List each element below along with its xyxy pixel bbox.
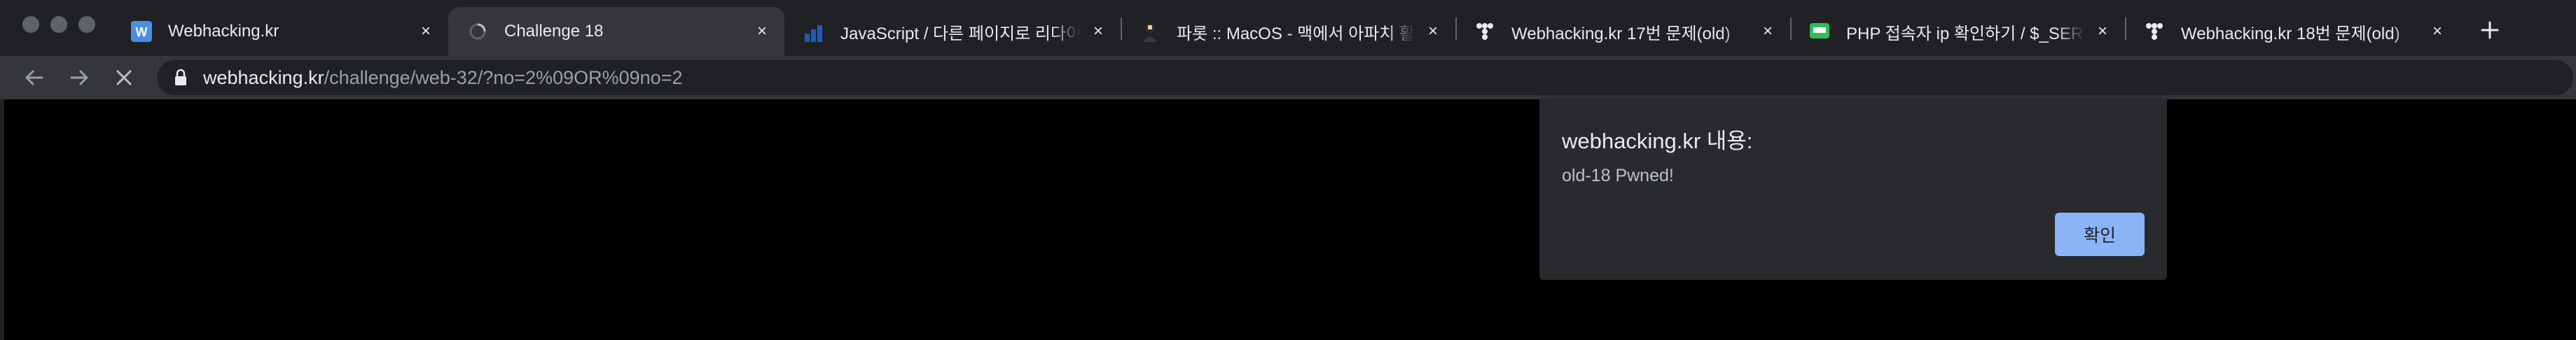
svg-text:W: W [136, 25, 148, 39]
avatar-favicon [1139, 20, 1161, 43]
back-button[interactable] [20, 63, 49, 92]
lock-icon[interactable] [174, 69, 188, 87]
tab-javascript-redirect[interactable]: JavaScript / 다른 페이지로 리다이렉트 × [784, 7, 1121, 56]
bar-chart-favicon [803, 20, 825, 43]
tab-webhacking-18[interactable]: Webhacking.kr 18번 문제(old) × [2125, 7, 2460, 56]
arrow-right-icon [70, 70, 88, 85]
green-chat-favicon [1808, 20, 1831, 43]
page-content [0, 99, 2576, 340]
zoom-window-button[interactable] [78, 16, 95, 33]
minimize-window-button[interactable] [50, 16, 67, 33]
alert-dialog: webhacking.kr 내용: old-18 Pwned! 확인 [1539, 99, 2167, 280]
tab-challenge-18[interactable]: Challenge 18 × [448, 7, 784, 56]
close-icon[interactable]: × [752, 22, 772, 41]
close-icon[interactable]: × [1758, 22, 1778, 41]
tab-title: 파롯 :: MacOS - 맥에서 아파치 활성화 [1177, 24, 1415, 43]
arrow-left-icon [25, 70, 43, 85]
close-icon[interactable]: × [1088, 22, 1108, 41]
tab-webhacking-17[interactable]: Webhacking.kr 17번 문제(old) × [1455, 7, 1790, 56]
close-icon [116, 70, 132, 85]
dialog-title: webhacking.kr 내용: [1562, 129, 1753, 153]
loading-spinner-icon [466, 20, 489, 43]
new-tab-button[interactable] [2474, 14, 2506, 46]
plus-icon [2481, 21, 2499, 39]
tab-title: Webhacking.kr 18번 문제(old) [2181, 24, 2400, 43]
url-text[interactable]: webhacking.kr/challenge/web-32/?no=2%09O… [203, 67, 682, 89]
close-icon[interactable]: × [2428, 22, 2447, 41]
tab-strip: W Webhacking.kr × Challenge 18 × JavaScr… [0, 0, 2576, 56]
window-edge [0, 99, 4, 340]
close-icon[interactable]: × [416, 22, 436, 41]
browser-toolbar: webhacking.kr/challenge/web-32/?no=2%09O… [0, 56, 2576, 99]
address-bar[interactable]: webhacking.kr/challenge/web-32/?no=2%09O… [157, 60, 2573, 95]
tab-title: Webhacking.kr [168, 22, 279, 41]
dialog-message: old-18 Pwned! [1562, 166, 1674, 185]
ok-button[interactable]: 확인 [2055, 213, 2145, 256]
webhacking-w-icon: W [130, 20, 153, 43]
stop-loading-button[interactable] [109, 63, 139, 92]
forward-button[interactable] [64, 63, 94, 92]
tab-title: Challenge 18 [504, 22, 604, 41]
tab-title: PHP 접속자 ip 확인하기 / $_SERVER [1846, 24, 2084, 43]
tab-title: JavaScript / 다른 페이지로 리다이렉트 [840, 24, 1080, 43]
close-window-button[interactable] [22, 16, 39, 33]
tab-php-ip[interactable]: PHP 접속자 ip 확인하기 / $_SERVER × [1790, 7, 2125, 56]
url-path: /challenge/web-32/?no=2%09OR%09no=2 [324, 66, 683, 88]
close-icon[interactable]: × [2093, 22, 2112, 41]
dots-favicon [2143, 20, 2166, 43]
dots-favicon [1474, 20, 1496, 43]
tab-macos-apache[interactable]: 파롯 :: MacOS - 맥에서 아파치 활성화 × [1121, 7, 1455, 56]
tab-title: Webhacking.kr 17번 문제(old) [1511, 24, 1731, 43]
close-icon[interactable]: × [1423, 22, 1443, 41]
tab-webhacking[interactable]: W Webhacking.kr × [112, 7, 448, 56]
url-host: webhacking.kr [203, 66, 324, 88]
